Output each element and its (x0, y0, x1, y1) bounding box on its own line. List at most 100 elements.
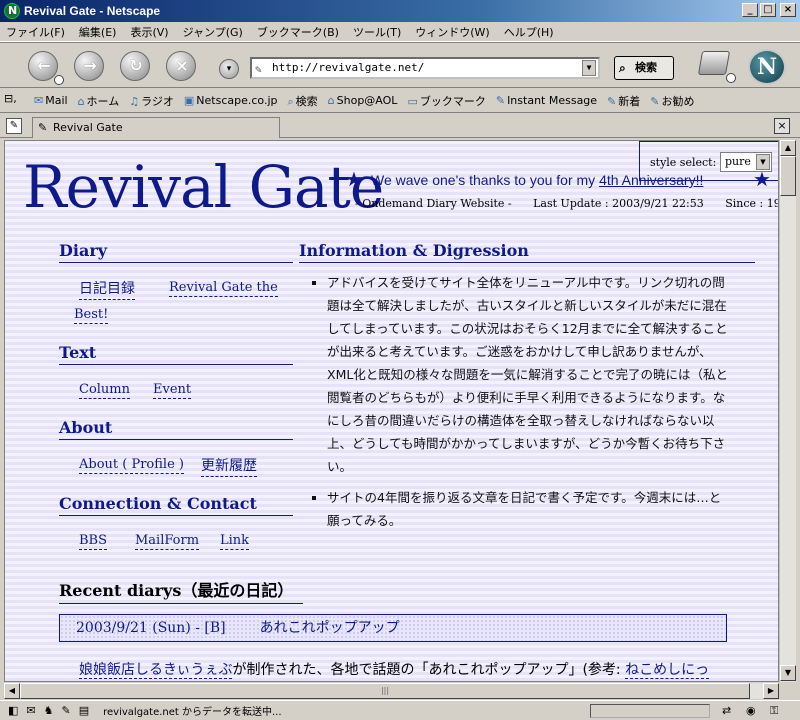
diary-title: あれこれポップアップ (259, 620, 400, 636)
bookmark-label: 新着 (618, 94, 641, 108)
menu-file[interactable]: ファイル(F) (6, 24, 65, 40)
bookmark-new[interactable]: ✎ 新着 (607, 93, 640, 109)
diary-link-silkyweb[interactable]: 娘娘飯店しるきぃうぇぶ (79, 662, 233, 679)
url-history-dropdown[interactable]: ▼ (582, 60, 596, 76)
netscape-logo-icon[interactable]: N (748, 49, 786, 85)
forward-arrow-icon: → (83, 56, 97, 75)
bookmark-recommend[interactable]: ✎ お勧め (650, 93, 694, 109)
status-text: revivalgate.net からデータを転送中... (103, 707, 282, 718)
print-dropdown[interactable] (726, 73, 736, 83)
bookmark-netscape[interactable]: ▣ Netscape.co.jp (184, 94, 278, 107)
menu-go[interactable]: ジャンプ(G) (183, 24, 243, 40)
about-profile-link[interactable]: About ( Profile ) (79, 457, 184, 474)
aim-icon[interactable]: ♞ (44, 704, 54, 717)
close-tab-icon[interactable]: × (774, 118, 790, 134)
composer-icon[interactable]: ✎ (62, 704, 71, 717)
minimize-button[interactable]: _ (742, 3, 758, 17)
back-button[interactable]: ← (28, 51, 58, 81)
best-link-line2[interactable]: Best! (74, 307, 109, 324)
tab-revival-gate[interactable]: ✎ Revival Gate (32, 117, 280, 138)
event-link[interactable]: Event (153, 382, 192, 399)
bookmark-label: Shop@AOL (336, 94, 398, 107)
print-icon[interactable] (697, 51, 731, 75)
search-button[interactable]: ⌕ 検索 (614, 56, 674, 80)
tagline: - Ondemand Diary Website - (355, 197, 512, 210)
style-select-label: style select: (650, 156, 717, 169)
bookmark-label: Netscape.co.jp (196, 94, 278, 107)
close-button[interactable]: × (780, 3, 796, 17)
diary-link-nekomeshi[interactable]: ねこめしにっ (625, 662, 710, 679)
bookmark-page-icon: ✎ (607, 94, 617, 108)
info-item: サイトの4年間を振り返る文章を日記で書く予定です。今週末には…と願ってみる。 (327, 486, 733, 532)
site-info-line: - Ondemand Diary Website - Last Update :… (355, 197, 778, 210)
page-viewport: style select: pure ▼ Revival Gate ★ We w… (4, 140, 779, 682)
bookmark-label: Instant Message (507, 94, 598, 107)
url-text: http://revivalgate.net/ (272, 61, 425, 74)
anniversary-link[interactable]: 4th Anniversary!! (599, 172, 703, 188)
link-page-link[interactable]: Link (220, 533, 250, 550)
maximize-button[interactable]: □ (760, 3, 776, 17)
magnifier-icon: ⌕ (619, 61, 626, 75)
bbs-link[interactable]: BBS (79, 533, 108, 550)
menu-bar: ファイル(F) 編集(E) 表示(V) ジャンプ(G) ブックマーク(B) ツー… (0, 22, 800, 42)
menu-edit[interactable]: 編集(E) (79, 24, 117, 40)
mailform-link[interactable]: MailForm (135, 533, 200, 550)
horizontal-scrollbar[interactable]: ◀ ||| ▶ (4, 683, 779, 699)
diary-index-link[interactable]: 日記目録 (79, 278, 135, 300)
info-item: アドバイスを受けてサイト全体をリニューアル中です。リンク切れの問題は全て解決しま… (327, 271, 733, 478)
menu-view[interactable]: 表示(V) (130, 24, 168, 40)
security-lock-icon[interactable]: ⚿ (770, 704, 778, 718)
bookmark-shop-aol[interactable]: ⌂ Shop@AOL (328, 94, 398, 107)
update-history-link[interactable]: 更新履歴 (201, 455, 257, 477)
scroll-right-icon[interactable]: ▶ (763, 683, 779, 699)
menu-window[interactable]: ウィンドウ(W) (415, 24, 489, 40)
tab-bar: ✎ ✎ Revival Gate × (0, 114, 800, 138)
scroll-up-icon[interactable]: ▲ (780, 140, 796, 156)
bookmark-instant-message[interactable]: ✎ Instant Message (496, 94, 597, 107)
horizontal-scroll-thumb[interactable]: ||| (20, 683, 750, 699)
site-title: Revival Gate (23, 153, 384, 221)
folder-icon: ▭ (407, 94, 418, 108)
back-history-dropdown[interactable] (54, 75, 64, 85)
menu-bookmarks[interactable]: ブックマーク(B) (257, 24, 339, 40)
home-icon: ⌂ (77, 94, 85, 108)
navigation-toolbar: ← → ↻ × ▾ ✎ http://revivalgate.net/ ▼ ⌕ … (0, 42, 800, 88)
menu-help[interactable]: ヘルプ(H) (504, 24, 554, 40)
toolbar-home-grip-icon[interactable]: ⊟, (4, 92, 28, 110)
column-link[interactable]: Column (79, 382, 131, 399)
scroll-down-icon[interactable]: ▼ (780, 665, 796, 681)
since-date: Since : 1999 (725, 197, 778, 210)
reload-button[interactable]: ↻ (120, 51, 150, 81)
mail-icon[interactable]: ✉ (26, 704, 35, 717)
reload-icon: ↻ (129, 56, 143, 75)
url-input[interactable]: ✎ http://revivalgate.net/ ▼ (250, 57, 600, 79)
new-tab-icon[interactable]: ✎ (6, 118, 22, 134)
vertical-scroll-thumb[interactable] (780, 156, 796, 196)
recent-diary-header: 2003/9/21 (Sun) - [B] あれこれポップアップ (59, 614, 727, 642)
star-icon: ★ (753, 167, 771, 191)
bookmark-mail[interactable]: ✉ Mail (34, 94, 68, 107)
page-proxy-icon: ✎ (255, 63, 262, 76)
bookmark-home[interactable]: ⌂ ホーム (78, 93, 120, 109)
bookmark-label: ラジオ (141, 94, 174, 108)
tab-title: Revival Gate (53, 121, 123, 134)
page-icon: ✎ (38, 121, 48, 134)
bookmark-radio[interactable]: ♫ ラジオ (129, 93, 174, 109)
forward-button[interactable]: → (74, 51, 104, 81)
stop-button[interactable]: × (166, 51, 196, 81)
address-book-icon[interactable]: ▤ (79, 704, 89, 717)
menu-tools[interactable]: ツール(T) (353, 24, 401, 40)
url-dropdown-icon[interactable]: ▾ (219, 59, 239, 79)
section-text-heading: Text (59, 343, 293, 365)
bookmark-bookmarks[interactable]: ▭ ブックマーク (407, 93, 485, 109)
bookmark-search[interactable]: ⌕ 検索 (287, 93, 317, 109)
vertical-scrollbar[interactable]: ▲ ▼ (779, 140, 796, 682)
title-bar: Revival Gate - Netscape _ □ × (0, 0, 800, 22)
anniversary-text: We wave one's thanks to you for my (371, 172, 600, 188)
window-controls: _ □ × (742, 3, 796, 17)
privacy-icon[interactable]: ◉ (746, 704, 756, 717)
scroll-left-icon[interactable]: ◀ (4, 683, 20, 699)
mail-icon: ✉ (34, 94, 44, 107)
best-link-line1[interactable]: Revival Gate the (169, 280, 278, 297)
sidebar-toggle-icon[interactable]: ◧ (8, 704, 18, 717)
